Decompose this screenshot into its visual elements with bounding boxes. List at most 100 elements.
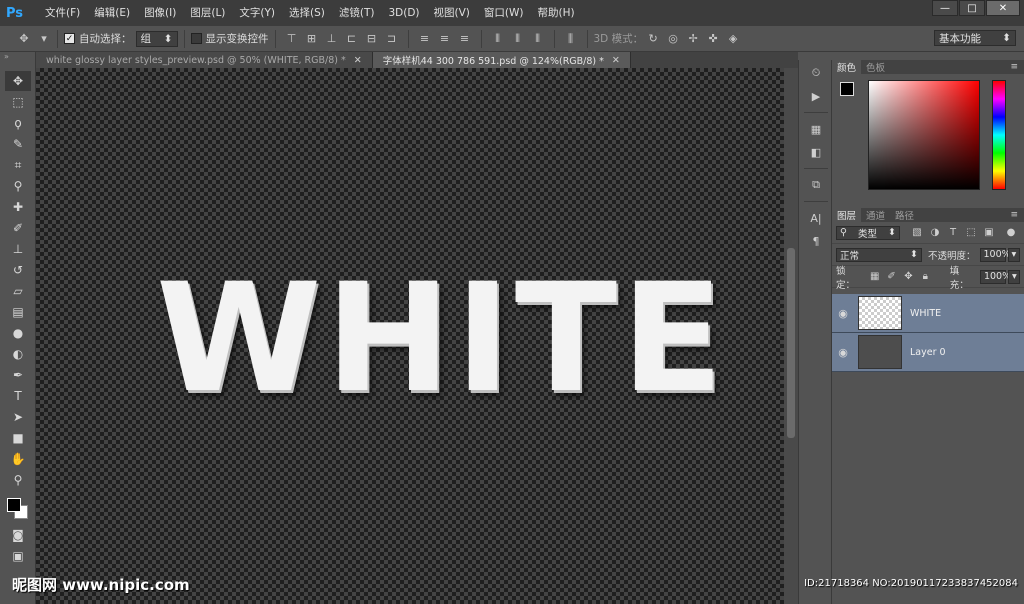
tab-color[interactable]: 颜色 xyxy=(832,60,862,74)
dodge-icon[interactable]: ◐ xyxy=(5,344,31,364)
blend-mode-dropdown[interactable]: 正常 ⬍ xyxy=(836,247,922,262)
3d-scale-icon[interactable]: ◈ xyxy=(726,32,740,46)
3d-rotate-icon[interactable]: ↻ xyxy=(646,32,660,46)
history-panel-icon[interactable]: ⏲ xyxy=(805,63,827,83)
stamp-icon[interactable]: ⊥ xyxy=(5,239,31,259)
crop-icon[interactable]: ⌗ xyxy=(5,155,31,175)
distribute-vcenter-icon[interactable]: ≡ xyxy=(438,32,452,46)
align-hcenter-icon[interactable]: ⊟ xyxy=(365,32,379,46)
chevron-down-icon[interactable]: ▾ xyxy=(40,32,48,46)
foreground-color-swatch[interactable] xyxy=(7,498,21,512)
distribute-hcenter-icon[interactable]: ⫴ xyxy=(511,32,525,46)
filter-pixel-icon[interactable]: ▧ xyxy=(910,226,924,240)
workspace-dropdown[interactable]: 基本功能 ⬍ xyxy=(934,30,1016,46)
menu-view[interactable]: 视图(V) xyxy=(427,0,477,26)
filter-toggle-icon[interactable]: ● xyxy=(1004,226,1018,240)
distribute-top-icon[interactable]: ≡ xyxy=(418,32,432,46)
menu-help[interactable]: 帮助(H) xyxy=(531,0,582,26)
rectangle-icon[interactable]: ■ xyxy=(5,428,31,448)
close-icon[interactable]: ✕ xyxy=(354,55,362,66)
foreground-color-swatch[interactable] xyxy=(840,82,854,96)
filter-adjustment-icon[interactable]: ◑ xyxy=(928,226,942,240)
filter-smart-object-icon[interactable]: ▣ xyxy=(982,226,996,240)
lock-transparent-icon[interactable]: ▦ xyxy=(868,270,881,284)
zoom-icon[interactable]: ⚲ xyxy=(5,470,31,490)
layer-filter-dropdown[interactable]: ⚲ 类型 ⬍ xyxy=(836,225,900,240)
distribute-bottom-icon[interactable]: ≡ xyxy=(458,32,472,46)
blur-icon[interactable]: ● xyxy=(5,323,31,343)
move-tool-icon[interactable]: ✥ xyxy=(14,32,34,46)
distribute-right-icon[interactable]: ⫴ xyxy=(531,32,545,46)
lock-pixels-icon[interactable]: ✐ xyxy=(885,270,898,284)
minimize-button[interactable]: — xyxy=(932,0,958,16)
eraser-icon[interactable]: ▱ xyxy=(5,281,31,301)
history-brush-icon[interactable]: ↺ xyxy=(5,260,31,280)
auto-select-dropdown[interactable]: 组 ⬍ xyxy=(135,30,178,47)
menu-edit[interactable]: 编辑(E) xyxy=(87,0,137,26)
opacity-input[interactable]: 100% xyxy=(979,247,1011,262)
tab-layers[interactable]: 图层 xyxy=(832,208,862,222)
menu-3d[interactable]: 3D(D) xyxy=(381,0,426,26)
properties-panel-icon[interactable]: ▦ xyxy=(805,119,827,139)
lock-position-icon[interactable]: ✥ xyxy=(902,270,915,284)
color-field[interactable] xyxy=(868,80,980,190)
healing-icon[interactable]: ✚ xyxy=(5,197,31,217)
screen-mode-icon[interactable]: ▣ xyxy=(5,546,31,566)
actions-play-icon[interactable]: ▶ xyxy=(805,86,827,106)
path-select-icon[interactable]: ➤ xyxy=(5,407,31,427)
character-panel-icon[interactable]: A| xyxy=(805,208,827,228)
doc-tab-font-mockup[interactable]: 字体样机44 300 786 591.psd @ 124%(RGB/8) * ✕ xyxy=(372,52,631,68)
type-icon[interactable]: T xyxy=(5,386,31,406)
layer-row-white[interactable]: ◉ WHITE xyxy=(832,294,1024,333)
menu-type[interactable]: 文字(Y) xyxy=(232,0,282,26)
menu-file[interactable]: 文件(F) xyxy=(38,0,87,26)
panel-collapse-icon[interactable]: » xyxy=(0,52,35,70)
document-canvas[interactable]: WHITE xyxy=(36,68,784,604)
move-icon[interactable]: ✥ xyxy=(5,71,31,91)
hand-icon[interactable]: ✋ xyxy=(5,449,31,469)
gradient-icon[interactable]: ▤ xyxy=(5,302,31,322)
align-left-icon[interactable]: ⊏ xyxy=(345,32,359,46)
panel-menu-icon[interactable]: ≡ xyxy=(1010,62,1018,72)
align-bottom-icon[interactable]: ⊥ xyxy=(325,32,339,46)
auto-select-checkbox[interactable]: ✓ xyxy=(64,33,75,44)
lasso-icon[interactable]: ϙ xyxy=(5,113,31,133)
vertical-scrollbar[interactable] xyxy=(784,68,798,604)
lock-all-icon[interactable]: 🔒︎ xyxy=(919,270,932,284)
show-transform-checkbox[interactable] xyxy=(190,33,202,44)
eyedropper-icon[interactable]: ⚲ xyxy=(5,176,31,196)
3d-roll-icon[interactable]: ◎ xyxy=(666,32,680,46)
distribute-left-icon[interactable]: ⫴ xyxy=(491,32,505,46)
3d-pan-icon[interactable]: ✢ xyxy=(686,32,700,46)
pen-icon[interactable]: ✒ xyxy=(5,365,31,385)
quick-select-icon[interactable]: ✎ xyxy=(5,134,31,154)
close-icon[interactable]: ✕ xyxy=(612,55,620,66)
quick-mask-icon[interactable]: ◙ xyxy=(5,525,31,545)
restore-button[interactable]: □ xyxy=(959,0,985,16)
brush-icon[interactable]: ✐ xyxy=(5,218,31,238)
tab-channels[interactable]: 通道 xyxy=(861,208,890,222)
scrollbar-thumb[interactable] xyxy=(787,248,795,438)
3d-slide-icon[interactable]: ✜ xyxy=(706,32,720,46)
adjustments-panel-icon[interactable]: ◧ xyxy=(805,142,827,162)
align-vcenter-icon[interactable]: ⊞ xyxy=(305,32,319,46)
close-button[interactable]: ✕ xyxy=(986,0,1020,16)
menu-image[interactable]: 图像(I) xyxy=(137,0,183,26)
tab-paths[interactable]: 路径 xyxy=(890,208,919,222)
align-top-icon[interactable]: ⊤ xyxy=(285,32,299,46)
marquee-icon[interactable]: ⬚ xyxy=(5,92,31,112)
align-right-icon[interactable]: ⊐ xyxy=(385,32,399,46)
tab-swatches[interactable]: 色板 xyxy=(861,60,890,74)
chevron-down-icon[interactable]: ▾ xyxy=(1007,247,1020,262)
menu-select[interactable]: 选择(S) xyxy=(282,0,332,26)
chevron-down-icon[interactable]: ▾ xyxy=(1007,269,1020,284)
menu-window[interactable]: 窗口(W) xyxy=(477,0,531,26)
filter-type-icon[interactable]: T xyxy=(946,226,960,240)
fill-input[interactable]: 100% xyxy=(979,269,1011,284)
eye-icon[interactable]: ◉ xyxy=(832,346,854,359)
auto-align-icon[interactable]: ⫼ xyxy=(564,32,578,46)
clone-source-icon[interactable]: ⧉ xyxy=(805,175,827,195)
menu-layer[interactable]: 图层(L) xyxy=(183,0,232,26)
layer-row-layer0[interactable]: ◉ Layer 0 xyxy=(832,333,1024,372)
eye-icon[interactable]: ◉ xyxy=(832,307,854,320)
